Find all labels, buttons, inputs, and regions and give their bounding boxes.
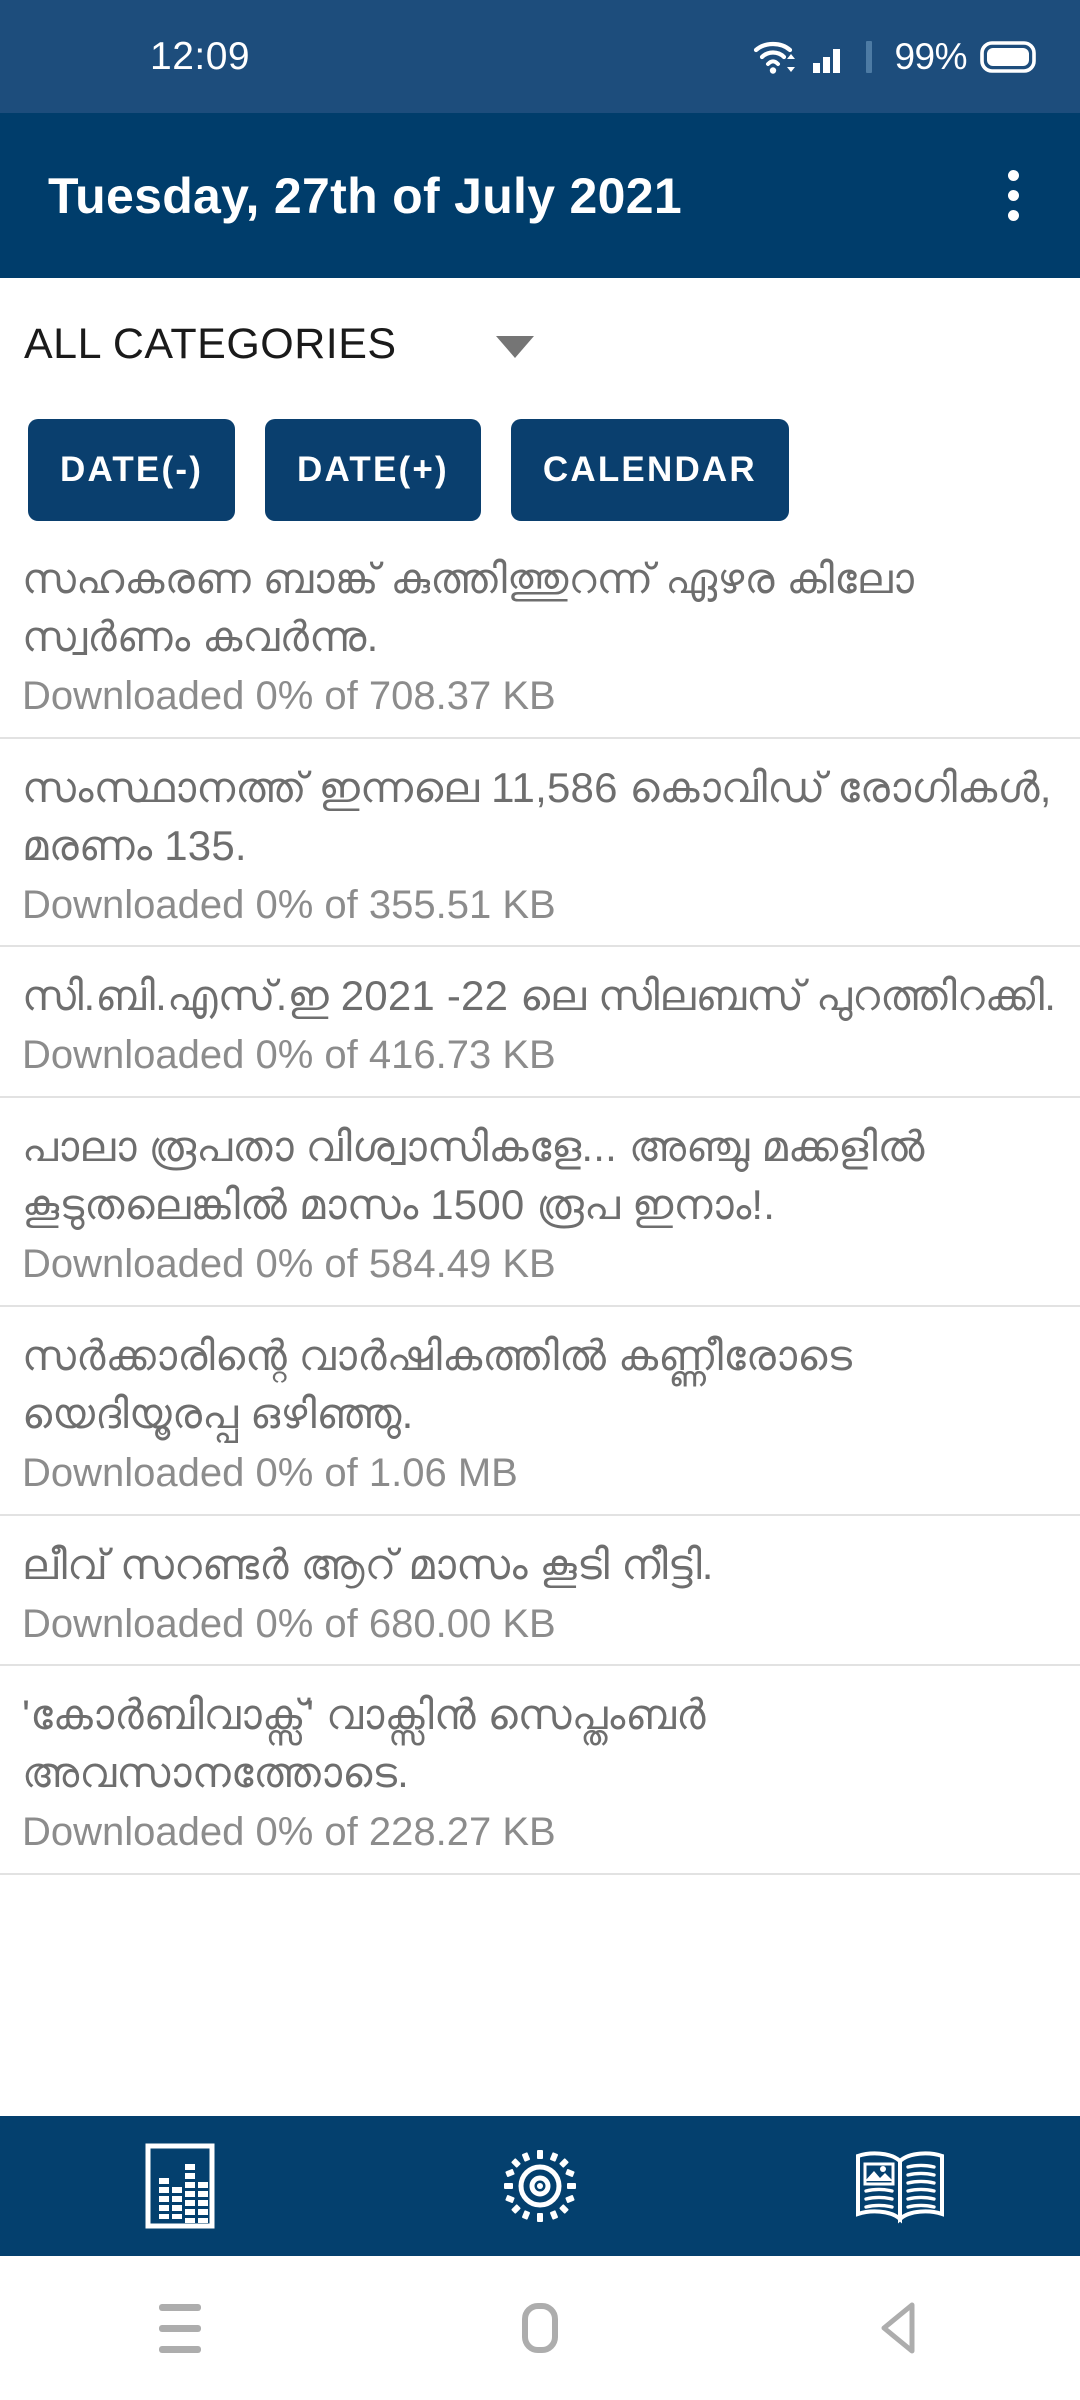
- download-status: Downloaded 0% of 680.00 KB: [22, 1601, 556, 1646]
- chart-newspaper-icon: [145, 2143, 215, 2229]
- news-headline: ലീവ് സറണ്ടർ ആറ് മാസം കൂടി നീട്ടി.: [22, 1540, 714, 1588]
- date-next-button[interactable]: DATE(+): [265, 419, 481, 521]
- status-bar: 12:09 99%: [0, 0, 1080, 113]
- news-headline: സി.ബി.എസ്.ഇ 2021 -22 ലെ സിലബസ് പുറത്തിറക…: [22, 972, 1057, 1020]
- android-system-nav: [0, 2256, 1080, 2400]
- list-item[interactable]: 'കോർബിവാക്സ്' വാക്സിൻ സെപ്തംബർ അവസാനത്തോ…: [0, 1666, 1080, 1876]
- list-item[interactable]: പാലാ രൂപതാ വിശ്വാസികളേ... അഞ്ചു മക്കളിൽ …: [0, 1098, 1080, 1307]
- list-item[interactable]: സഹകരണ ബാങ്ക് കുത്തിത്തുറന്ന് ഏഴര കിലോ സ്…: [0, 530, 1080, 739]
- download-status: Downloaded 0% of 228.27 KB: [22, 1810, 556, 1855]
- home-icon: [522, 2303, 558, 2353]
- more-vertical-icon[interactable]: [992, 156, 1035, 235]
- status-indicators: 99%: [752, 36, 1038, 78]
- bar: [159, 2303, 201, 2311]
- download-status: Downloaded 0% of 584.49 KB: [22, 1242, 556, 1287]
- caret-down-icon[interactable]: [495, 336, 534, 358]
- recents-button[interactable]: [80, 2256, 280, 2400]
- menu-icon: [159, 2303, 201, 2353]
- phone-screen: 12:09 99% Tuesday, 27th of July 2021 ALL…: [0, 0, 1080, 2400]
- back-triangle-icon: [881, 2302, 915, 2354]
- signal-divider: [866, 40, 873, 73]
- date-prev-button[interactable]: DATE(-): [28, 419, 236, 521]
- home-button[interactable]: [440, 2256, 640, 2400]
- battery-percent-label: 99%: [894, 35, 967, 77]
- bar: [159, 2345, 201, 2353]
- dot: [1008, 190, 1019, 201]
- news-headline: സംസ്ഥാനത്ത് ഇന്നലെ 11,586 കൊവിഡ് രോഗികൾ,…: [22, 763, 1052, 869]
- status-clock: 12:09: [150, 34, 251, 78]
- battery-icon: [980, 40, 1036, 73]
- nav-item-news[interactable]: [100, 2116, 260, 2256]
- dot: [1008, 170, 1019, 181]
- news-headline: സഹകരണ ബാങ്ക് കുത്തിത്തുറന്ന് ഏഴര കിലോ സ്…: [22, 555, 915, 660]
- category-selected-label: ALL CATEGORIES: [24, 319, 397, 368]
- news-list[interactable]: സഹകരണ ബാങ്ക് കുത്തിത്തുറന്ന് ഏഴര കിലോ സ്…: [0, 530, 1080, 2116]
- news-headline: പാലാ രൂപതാ വിശ്വാസികളേ... അഞ്ചു മക്കളിൽ …: [22, 1123, 925, 1229]
- download-status: Downloaded 0% of 355.51 KB: [22, 882, 556, 927]
- dot: [1008, 210, 1019, 221]
- download-status: Downloaded 0% of 416.73 KB: [22, 1033, 556, 1078]
- download-status: Downloaded 0% of 708.37 KB: [22, 673, 556, 718]
- bottom-navigation: [0, 2116, 1080, 2256]
- page-title: Tuesday, 27th of July 2021: [48, 167, 682, 224]
- category-selector[interactable]: ALL CATEGORIES: [0, 278, 1080, 410]
- back-button[interactable]: [800, 2256, 1000, 2400]
- calendar-button[interactable]: CALENDAR: [510, 419, 789, 521]
- nav-item-epaper[interactable]: [820, 2116, 980, 2256]
- wifi-icon: [754, 41, 796, 74]
- date-toolbar: DATE(-) DATE(+) CALENDAR: [0, 410, 1080, 530]
- list-item[interactable]: ലീവ് സറണ്ടർ ആറ് മാസം കൂടി നീട്ടി. Downlo…: [0, 1516, 1080, 1667]
- radial-settings-icon: [504, 2150, 576, 2222]
- open-book-icon: [856, 2151, 944, 2224]
- list-item[interactable]: സി.ബി.എസ്.ഇ 2021 -22 ലെ സിലബസ് പുറത്തിറക…: [0, 947, 1080, 1099]
- news-headline: 'കോർബിവാക്സ്' വാക്സിൻ സെപ്തംബർ അവസാനത്തോ…: [22, 1691, 706, 1797]
- nav-item-settings[interactable]: [460, 2116, 620, 2256]
- news-headline: സർക്കാരിന്റെ വാർഷികത്തിൽ കണ്ണീരോടെ യെദിയ…: [22, 1331, 853, 1437]
- download-status: Downloaded 0% of 1.06 MB: [22, 1450, 518, 1495]
- bar: [159, 2324, 201, 2332]
- list-item[interactable]: സർക്കാരിന്റെ വാർഷികത്തിൽ കണ്ണീരോടെ യെദിയ…: [0, 1307, 1080, 1516]
- list-item[interactable]: സംസ്ഥാനത്ത് ഇന്നലെ 11,586 കൊവിഡ് രോഗികൾ,…: [0, 739, 1080, 948]
- signal-bars-icon: [813, 48, 841, 73]
- app-bar: Tuesday, 27th of July 2021: [0, 113, 1080, 278]
